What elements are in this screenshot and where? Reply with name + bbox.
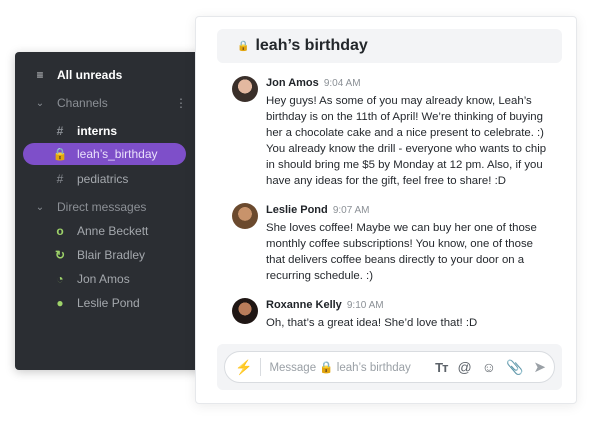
sidebar-item-interns[interactable]: # interns (15, 120, 195, 142)
status-refresh-icon: ↻ (54, 248, 66, 262)
message-author[interactable]: Jon Amos (266, 77, 319, 89)
avatar[interactable] (232, 298, 258, 324)
hash-icon: # (56, 172, 64, 186)
chevron-down-icon: ⌄ (35, 201, 45, 213)
sidebar-item-label: All unreads (57, 68, 123, 82)
divider (260, 358, 262, 376)
sidebar-item-blair-bradley[interactable]: ↻ Blair Bradley (15, 244, 195, 266)
more-options-icon[interactable]: ⋮ (175, 96, 187, 110)
bolt-icon[interactable]: ⚡ (235, 359, 252, 376)
channels-section-header[interactable]: ⌄ Channels ⋮ (15, 92, 195, 114)
sidebar-item-anne-beckett[interactable]: o Anne Beckett (15, 220, 195, 242)
mention-icon[interactable]: @ (457, 359, 471, 375)
sidebar-item-label: Leslie Pond (77, 296, 140, 310)
avatar[interactable] (232, 76, 258, 102)
message-author[interactable]: Roxanne Kelly (266, 299, 342, 311)
sidebar-item-all-unreads[interactable]: ≡ All unreads (15, 64, 195, 86)
lock-icon: 🔒 (52, 147, 68, 161)
send-icon[interactable]: ➤ (533, 358, 546, 376)
message-text: Hey guys! As some of you may already kno… (266, 95, 547, 187)
channel-header: 🔒 leah’s birthday (217, 29, 562, 63)
lock-icon: 🔒 (237, 40, 250, 52)
message-placeholder[interactable]: Message 🔒 leah’s birthday (269, 360, 435, 374)
composer-area: ⚡ Message 🔒 leah’s birthday Tт @ ☺ 📎 ➤ (217, 344, 562, 390)
sidebar-item-leslie-pond[interactable]: ● Leslie Pond (15, 292, 195, 314)
message-input[interactable]: ⚡ Message 🔒 leah’s birthday Tт @ ☺ 📎 ➤ (224, 351, 555, 383)
status-online-icon: ● (56, 296, 64, 310)
sidebar-item-label: interns (77, 124, 118, 138)
direct-messages-section-header[interactable]: ⌄ Direct messages (15, 196, 195, 218)
message-time: 9:10 AM (346, 300, 384, 311)
channel-title: leah’s birthday (255, 37, 368, 54)
message-text: She loves coffee! Maybe we can buy her o… (266, 222, 537, 282)
emoji-icon[interactable]: ☺ (482, 359, 496, 375)
sidebar-item-label: Anne Beckett (77, 224, 149, 238)
message-time: 9:04 AM (323, 78, 361, 89)
sidebar: ≡ All unreads ⌄ Channels ⋮ # interns 🔒 l… (15, 52, 205, 370)
list-icon: ≡ (36, 68, 44, 82)
attachment-icon[interactable]: 📎 (506, 359, 523, 376)
sidebar-item-jon-amos[interactable]: ◔ Jon Amos (15, 268, 195, 290)
message-author[interactable]: Leslie Pond (266, 204, 328, 216)
composer-tools: Tт @ ☺ 📎 ➤ (435, 358, 546, 377)
sidebar-item-label: Jon Amos (77, 272, 130, 286)
chat-panel: 🔒 leah’s birthday Jon Amos 9:04 AM Hey g… (195, 16, 577, 404)
sidebar-item-pediatrics[interactable]: # pediatrics (15, 168, 195, 190)
message-text: Oh, that’s a great idea! She’d love that… (266, 317, 478, 329)
sidebar-item-label: pediatrics (77, 172, 129, 186)
channels-section-label: Channels (57, 96, 108, 110)
hash-icon: # (56, 124, 64, 138)
sidebar-item-leahs-birthday[interactable]: 🔒 leah’s_birthday (23, 143, 186, 165)
sidebar-item-label: leah’s_birthday (77, 147, 158, 161)
sidebar-item-label: Blair Bradley (77, 248, 146, 262)
dm-section-label: Direct messages (57, 200, 147, 214)
avatar[interactable] (232, 203, 258, 229)
chevron-down-icon: ⌄ (35, 97, 45, 109)
message-time: 9:07 AM (332, 205, 370, 216)
status-partial-icon: ◔ (56, 272, 64, 286)
text-format-icon[interactable]: Tт (435, 360, 448, 375)
status-away-icon: o (56, 224, 64, 238)
